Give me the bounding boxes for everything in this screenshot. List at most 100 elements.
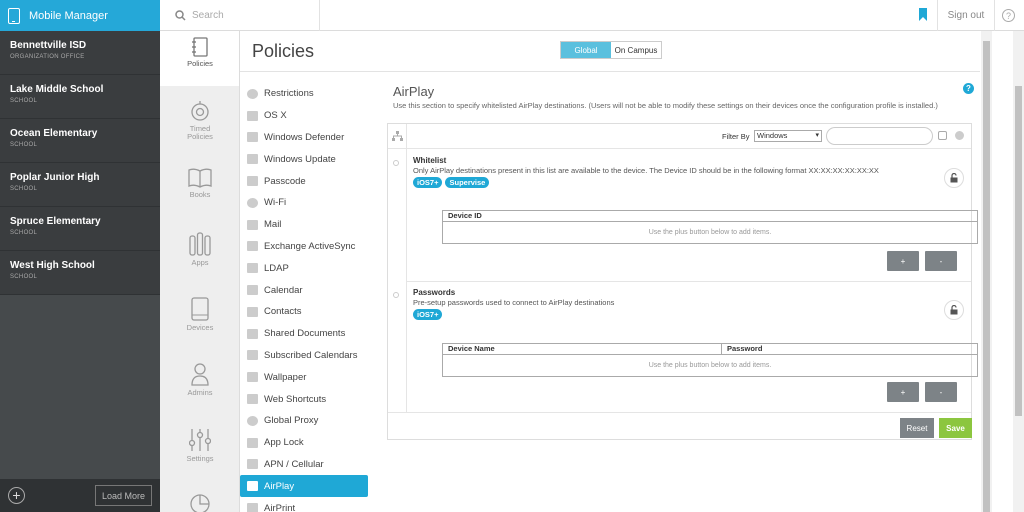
nav-settings[interactable]: Settings [160, 428, 239, 463]
whitelist-title: Whitelist [413, 156, 447, 165]
badge-ios7: iOS7+ [413, 309, 443, 320]
policy-item[interactable]: AirPrint [240, 497, 370, 512]
policy-item[interactable]: Wi-Fi [240, 192, 370, 214]
top-bar: Mobile Manager Search Sign out ? [0, 0, 1024, 31]
nav-label: Policies [187, 59, 213, 68]
nav-label: Apps [191, 258, 209, 267]
policy-item[interactable]: Shared Documents [240, 323, 370, 345]
nav-timed-policies[interactable]: Timed Policies [160, 100, 239, 141]
policy-item[interactable]: LDAP [240, 257, 370, 279]
mobile-device-icon [8, 7, 20, 24]
search-icon [175, 10, 186, 21]
app-title: Mobile Manager [29, 9, 108, 22]
organization-name: West High School [10, 260, 95, 271]
add-item-button[interactable]: + [887, 382, 919, 402]
organization-item[interactable]: Spruce Elementary SCHOOL [0, 207, 160, 251]
tablet-icon [191, 297, 209, 321]
nav-policies[interactable]: Policies [160, 31, 239, 86]
organization-item[interactable]: West High School SCHOOL [0, 251, 160, 295]
policy-item[interactable]: Restrictions [240, 83, 370, 105]
scrollbar-thumb[interactable] [983, 41, 990, 512]
policy-item[interactable]: APN / Cellular [240, 454, 370, 476]
sign-out-button[interactable]: Sign out [937, 0, 995, 31]
organization-type: SCHOOL [10, 230, 38, 236]
nav-label: Books [189, 190, 211, 199]
policy-item[interactable]: Mail [240, 214, 370, 236]
nav-admins[interactable]: Admins [160, 362, 239, 397]
bookmark-icon[interactable] [918, 8, 928, 21]
organization-item[interactable]: Bennettville ISD ORGANIZATION OFFICE [0, 31, 160, 75]
policy-item[interactable]: Web Shortcuts [240, 388, 370, 410]
filter-label: Filter By [722, 132, 750, 141]
organization-type: SCHOOL [10, 186, 38, 192]
policy-item[interactable]: Contacts [240, 301, 370, 323]
search-input[interactable]: Search [192, 10, 224, 21]
panel-footer-divider [388, 412, 971, 413]
scrollbar-thumb[interactable] [1015, 86, 1022, 416]
policy-list: Restrictions OS X Windows Defender Windo… [240, 83, 370, 512]
nav-devices[interactable]: Devices [160, 297, 239, 332]
filter-select[interactable]: Windows [754, 130, 822, 142]
calendar-icon [247, 285, 258, 296]
documents-icon [247, 328, 258, 339]
policy-item[interactable]: Windows Update [240, 148, 370, 170]
column-device-name: Device Name [443, 344, 722, 354]
policy-item[interactable]: Subscribed Calendars [240, 345, 370, 367]
policy-item[interactable]: Global Proxy [240, 410, 370, 432]
remove-item-button[interactable]: - [925, 382, 957, 402]
policy-item[interactable]: Passcode [240, 170, 370, 192]
load-more-button[interactable]: Load More [95, 485, 152, 506]
policy-label: Mail [264, 219, 282, 231]
lock-button[interactable] [944, 300, 964, 320]
window-scrollbar[interactable] [1013, 31, 1024, 512]
search-bar[interactable]: Search [160, 0, 320, 31]
filter-search-input[interactable] [826, 127, 933, 145]
policy-item[interactable]: OS X [240, 105, 370, 127]
organization-item[interactable]: Ocean Elementary SCHOOL [0, 119, 160, 163]
policy-item[interactable]: App Lock [240, 432, 370, 454]
pie-chart-icon [190, 494, 210, 512]
badge-ios7: iOS7+ [413, 177, 443, 188]
expand-icon[interactable] [938, 131, 947, 140]
clear-icon[interactable] [955, 131, 964, 140]
policy-item[interactable]: Calendar [240, 279, 370, 301]
nav-apps[interactable]: Apps [160, 232, 239, 267]
remove-item-button[interactable]: - [925, 251, 957, 271]
policy-label: Global Proxy [264, 415, 319, 427]
add-item-button[interactable]: + [887, 251, 919, 271]
help-icon[interactable]: ? [963, 83, 974, 94]
table-empty-message: Use the plus button below to add items. [648, 362, 772, 369]
policy-label: AirPrint [264, 502, 296, 512]
help-icon[interactable]: ? [1002, 9, 1015, 22]
segment-on-campus[interactable]: On Campus [611, 42, 661, 58]
lock-button[interactable] [944, 168, 964, 188]
passwords-description: Pre-setup passwords used to connect to A… [413, 298, 615, 307]
policy-label: Web Shortcuts [264, 393, 327, 405]
policy-item[interactable]: Wallpaper [240, 366, 370, 388]
content-scrollbar[interactable] [981, 31, 992, 512]
timer-icon [191, 101, 209, 121]
policy-item[interactable]: Exchange ActiveSync [240, 236, 370, 258]
app-brand[interactable]: Mobile Manager [0, 0, 160, 31]
add-organization-button[interactable]: + [8, 487, 25, 504]
segment-global[interactable]: Global [561, 42, 611, 58]
nav-books[interactable]: Books [160, 168, 239, 199]
globe-icon [247, 415, 258, 426]
organization-item[interactable]: Lake Middle School SCHOOL [0, 75, 160, 119]
organization-type: SCHOOL [10, 274, 38, 280]
section-dot [393, 292, 399, 298]
policy-item-airplay[interactable]: AirPlay [240, 475, 368, 498]
policy-item[interactable]: Windows Defender [240, 127, 370, 149]
organization-type: SCHOOL [10, 142, 38, 148]
table-header: Device Name Password [443, 344, 977, 355]
organization-item[interactable]: Poplar Junior High SCHOOL [0, 163, 160, 207]
column-device-id: Device ID [448, 211, 482, 220]
reset-button[interactable]: Reset [900, 418, 934, 438]
save-button[interactable]: Save [939, 418, 972, 438]
organization-list: Bennettville ISD ORGANIZATION OFFICE Lak… [0, 31, 160, 512]
nav-reports[interactable] [160, 493, 239, 512]
passwords-section: Passwords Pre-setup passwords used to co… [393, 288, 978, 408]
passwords-badges: iOS7+ [413, 309, 443, 320]
header-divider [240, 71, 980, 72]
device-id-table: Device ID Use the plus button below to a… [442, 210, 978, 244]
